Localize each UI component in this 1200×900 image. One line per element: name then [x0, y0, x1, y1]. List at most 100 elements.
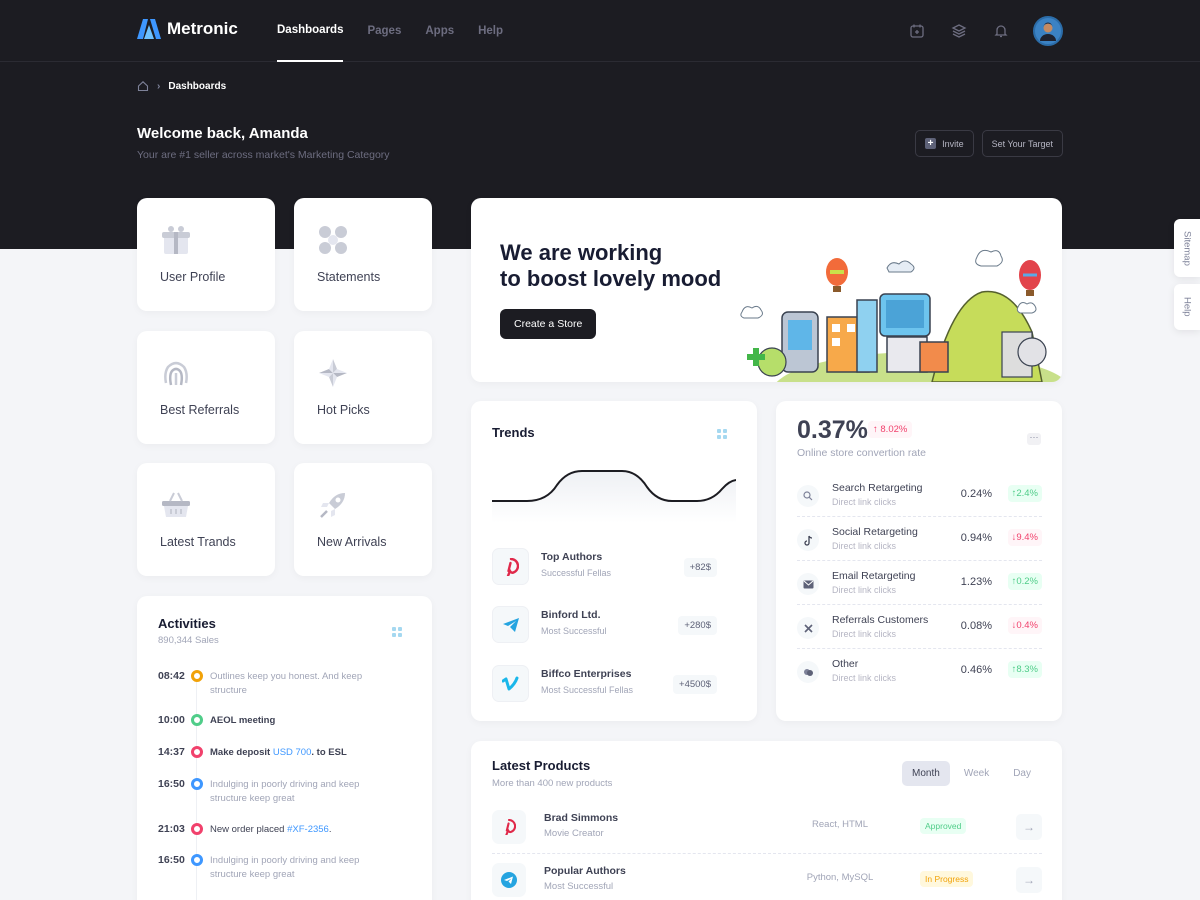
sms-icon — [797, 573, 819, 595]
menu-dots-icon[interactable] — [392, 627, 402, 637]
retargeting-row[interactable]: Email Retargeting Direct link clicks 1.2… — [797, 567, 1042, 605]
brand-logo[interactable]: Metronic — [137, 19, 238, 39]
tile-statements[interactable]: Statements — [294, 198, 432, 311]
tile-label: Latest Trands — [160, 535, 236, 549]
plus-icon: + — [925, 138, 937, 149]
star-burst-icon — [319, 359, 347, 387]
trend-value: +82$ — [683, 558, 717, 577]
page-title: Welcome back, Amanda — [137, 125, 308, 142]
retargeting-value: 0.24% — [960, 488, 992, 500]
metronic-logo-icon — [137, 19, 161, 39]
products-title: Latest Products — [492, 758, 591, 773]
activities-subtitle: 890,344 Sales — [158, 635, 219, 646]
tab-month[interactable]: Month — [902, 761, 950, 786]
header-actions: + Invite Set Your Target — [915, 130, 1063, 157]
tile-label: Best Referrals — [160, 403, 240, 417]
breadcrumb-current: Dashboards — [168, 80, 227, 92]
calendar-add-icon[interactable] — [907, 21, 927, 41]
tile-hot-picks[interactable]: Hot Picks — [294, 331, 432, 444]
nav-pages[interactable]: Pages — [367, 0, 401, 62]
retargeting-value: 0.08% — [960, 620, 992, 632]
rocket-icon — [320, 493, 345, 518]
activity-time: 16:50 — [158, 854, 185, 866]
timeline-dot — [191, 746, 203, 758]
tile-user-profile[interactable]: User Profile — [137, 198, 275, 311]
menu-dots-icon[interactable] — [717, 429, 727, 439]
set-target-button[interactable]: Set Your Target — [981, 130, 1063, 157]
order-link[interactable]: #XF-2356 — [287, 824, 329, 835]
trend-item[interactable]: Binford Ltd. Most Successful +280$ — [492, 606, 737, 644]
retargeting-sub: Direct link clicks — [832, 629, 897, 639]
help-side-tab[interactable]: Help — [1174, 284, 1200, 330]
abstract-25-icon — [797, 661, 819, 683]
notification-bell-icon[interactable] — [991, 21, 1011, 41]
activity-text: Outlines keep you honest. And keep struc… — [210, 671, 363, 696]
referral-icon — [797, 617, 819, 639]
conversion-card: 0.37% ↑ 8.02% ··· Online store convertio… — [776, 401, 1062, 721]
gift-icon — [162, 226, 190, 254]
banner-title: We are working to boost lovely mood — [500, 240, 722, 291]
product-name: Brad Simmons — [544, 812, 619, 824]
trend-sub: Most Successful — [541, 626, 607, 636]
activity-text: AEOL meeting — [210, 715, 276, 726]
retargeting-change: ↓0.4% — [1007, 617, 1042, 634]
search-icon — [797, 485, 819, 507]
tab-day[interactable]: Day — [1003, 761, 1041, 786]
arrow-right-icon[interactable]: → — [1016, 867, 1042, 893]
trend-item[interactable]: Biffco Enterprises Most Successful Fella… — [492, 665, 737, 703]
nav-dashboards[interactable]: Dashboards — [277, 0, 344, 62]
deposit-link[interactable]: USD 700 — [273, 747, 312, 758]
topbar: Metronic Dashboards Pages Apps Help — [0, 0, 1200, 62]
more-options-icon[interactable]: ··· — [1027, 433, 1041, 445]
retargeting-row[interactable]: Other Direct link clicks 0.46% ↑8.3% — [797, 655, 1042, 693]
breadcrumb: › Dashboards — [137, 80, 226, 92]
tab-week[interactable]: Week — [954, 761, 999, 786]
trends-sparkline — [492, 470, 736, 523]
retargeting-value: 0.46% — [960, 664, 992, 676]
home-icon[interactable] — [137, 80, 149, 92]
create-store-button[interactable]: Create a Store — [500, 309, 597, 339]
sitemap-side-tab[interactable]: Sitemap — [1174, 219, 1200, 277]
abstract-icon — [319, 226, 347, 254]
tile-latest-trands[interactable]: Latest Trands — [137, 463, 275, 576]
basket-icon — [162, 492, 190, 517]
retargeting-row[interactable]: Social Retargeting Direct link clicks 0.… — [797, 523, 1042, 561]
retargeting-name: Social Retargeting — [832, 526, 918, 538]
retargeting-row[interactable]: Referrals Customers Direct link clicks 0… — [797, 611, 1042, 649]
activity-text: Indulging in poorly driving and keep str… — [210, 855, 360, 880]
activity-time: 16:50 — [158, 778, 185, 790]
activities-card: Activities 890,344 Sales 08:42 Outlines … — [137, 596, 432, 900]
conversion-rate: 0.37% — [797, 416, 868, 444]
retargeting-change: ↓9.4% — [1007, 529, 1042, 546]
retargeting-name: Referrals Customers — [832, 614, 929, 626]
conversion-change-badge: ↑ 8.02% — [868, 421, 913, 438]
vimeo-icon — [492, 665, 529, 702]
layers-icon[interactable] — [949, 21, 969, 41]
invite-button[interactable]: + Invite — [915, 130, 974, 157]
product-row[interactable]: Popular Authors Most Successful Python, … — [492, 863, 1042, 900]
status-badge: Approved — [920, 818, 967, 834]
nav-help[interactable]: Help — [478, 0, 503, 62]
trend-value: +280$ — [678, 616, 717, 635]
fingerprint-icon — [164, 361, 188, 386]
timeline-dot — [191, 670, 203, 682]
status-badge: In Progress — [920, 871, 974, 887]
brand-name: Metronic — [167, 19, 238, 38]
trend-item[interactable]: Top Authors Successful Fellas +82$ — [492, 548, 737, 586]
trend-sub: Most Successful Fellas — [541, 685, 634, 695]
retargeting-value: 0.94% — [960, 532, 992, 544]
nav-apps[interactable]: Apps — [425, 0, 454, 62]
tile-new-arrivals[interactable]: New Arrivals — [294, 463, 432, 576]
topbar-actions — [907, 16, 1063, 46]
user-avatar[interactable] — [1033, 16, 1063, 46]
arrow-right-icon[interactable]: → — [1016, 814, 1042, 840]
invite-label: Invite — [942, 138, 964, 149]
timeline-dot — [191, 823, 203, 835]
product-row[interactable]: Brad Simmons Movie Creator React, HTML A… — [492, 810, 1042, 848]
product-tech: Python, MySQL — [806, 872, 874, 883]
tile-best-referrals[interactable]: Best Referrals — [137, 331, 275, 444]
activity-time: 14:37 — [158, 746, 185, 758]
latest-products-card: Latest Products More than 400 new produc… — [471, 741, 1062, 900]
retargeting-row[interactable]: Search Retargeting Direct link clicks 0.… — [797, 479, 1042, 517]
tile-label: Statements — [317, 270, 381, 284]
